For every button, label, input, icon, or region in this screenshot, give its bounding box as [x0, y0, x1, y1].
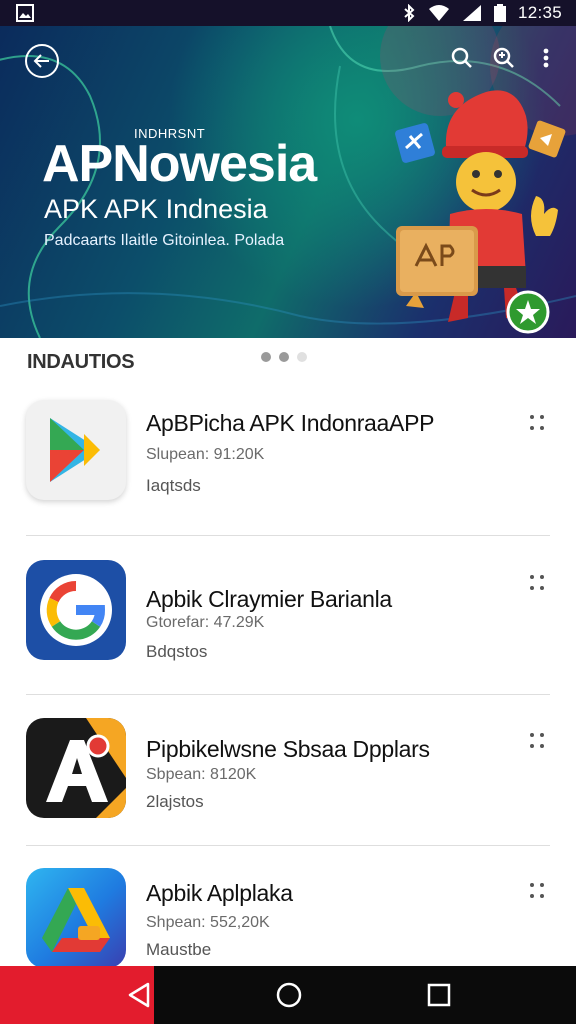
- app-size: Shpean: 552,20K: [146, 914, 270, 931]
- app-list-item[interactable]: Pipbikelwsne Sbsaa Dpplars Sbpean: 8120K…: [0, 710, 576, 860]
- more-options-icon[interactable]: [526, 572, 548, 594]
- carousel-dot[interactable]: [297, 352, 307, 362]
- more-options-icon[interactable]: [526, 412, 548, 434]
- back-arrow-icon: [33, 54, 49, 68]
- back-button[interactable]: [25, 44, 59, 78]
- a-letter-app-icon: [26, 718, 126, 818]
- status-icons: 12:35: [402, 3, 562, 23]
- app-meta: Maustbe: [146, 940, 212, 959]
- carousel-dot[interactable]: [261, 352, 271, 362]
- app-name[interactable]: ApBPicha APK IndonraaAPP: [146, 410, 434, 437]
- google-g-icon: [26, 560, 126, 660]
- status-bar: 12:35: [0, 0, 576, 26]
- app-name[interactable]: Apbik Aplplaka: [146, 880, 293, 907]
- divider: [26, 535, 550, 536]
- mascot-illustration: [395, 90, 566, 334]
- hero-banner[interactable]: INDHRSNT APNowesia APK APK Indnesia Padc…: [0, 26, 576, 338]
- floating-card-icon: [395, 123, 435, 163]
- app-size: Slupean: 91:20K: [146, 446, 265, 463]
- wifi-icon: [428, 5, 449, 21]
- more-options-icon[interactable]: [526, 880, 548, 902]
- system-nav-bar: [0, 966, 576, 1024]
- search-alt-icon[interactable]: [492, 46, 516, 70]
- banner-title: APNowesia: [42, 135, 317, 193]
- floating-tag-icon: [528, 120, 566, 158]
- app-list-item[interactable]: Apbik Clraymier Barianla Gtorefar: 47.29…: [0, 552, 576, 702]
- banner-tagline: Padcaarts Ilaitle Gitoinlea. Polada: [44, 232, 285, 249]
- app-name[interactable]: Apbik Clraymier Barianla: [146, 586, 392, 613]
- banner-subtitle: APK APK Indnesia: [44, 194, 268, 224]
- divider: [26, 845, 550, 846]
- more-vert-icon[interactable]: [534, 46, 558, 70]
- app-meta: 2lajstos: [146, 792, 204, 811]
- app-size: Gtorefar: 47.29K: [146, 614, 265, 631]
- app-size: Sbpean: 8120K: [146, 766, 257, 783]
- drive-like-icon: [26, 868, 126, 968]
- image-icon: [16, 4, 34, 22]
- section-title: INDAUTIOS: [27, 351, 135, 373]
- carousel-dot[interactable]: [279, 352, 289, 362]
- nav-recents-icon[interactable]: [424, 980, 454, 1010]
- more-options-icon[interactable]: [526, 730, 548, 752]
- app-meta: Iaqtsds: [146, 476, 201, 495]
- bluetooth-icon: [404, 4, 415, 22]
- app-meta: Bdqstos: [146, 642, 208, 661]
- signal-icon: [462, 5, 481, 21]
- app-name[interactable]: Pipbikelwsne Sbsaa Dpplars: [146, 736, 430, 763]
- banner-toolbar: [450, 46, 558, 70]
- divider: [26, 694, 550, 695]
- search-icon[interactable]: [450, 46, 474, 70]
- battery-icon: [493, 4, 506, 22]
- nav-home-icon[interactable]: [274, 980, 304, 1010]
- play-store-icon: [26, 400, 126, 500]
- carousel-indicator[interactable]: [261, 352, 307, 362]
- clock: 12:35: [517, 3, 562, 22]
- app-list-item[interactable]: ApBPicha APK IndonraaAPP Slupean: 91:20K…: [0, 392, 576, 542]
- nav-back-icon[interactable]: [124, 980, 154, 1010]
